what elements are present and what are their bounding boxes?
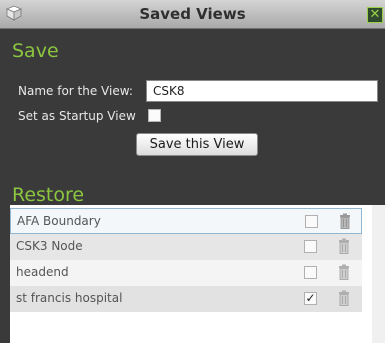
trash-icon[interactable] — [338, 264, 350, 281]
window-title: Saved Views — [139, 5, 246, 23]
scrollbar[interactable] — [372, 205, 385, 343]
restore-heading: Restore — [12, 184, 85, 206]
view-name[interactable]: st francis hospital — [16, 291, 122, 305]
trash-icon[interactable] — [339, 213, 351, 230]
view-name[interactable]: AFA Boundary — [17, 214, 101, 228]
startup-checkbox[interactable]: ✓ — [304, 292, 317, 305]
startup-checkbox[interactable] — [304, 266, 317, 279]
view-name[interactable]: CSK3 Node — [16, 239, 83, 253]
saved-views-window: Saved Views ✕ Save Name for the View: Se… — [0, 0, 385, 343]
save-view-button[interactable]: Save this View — [136, 133, 258, 156]
startup-view-checkbox[interactable] — [148, 109, 161, 122]
close-button[interactable]: ✕ — [367, 7, 383, 23]
trash-icon[interactable] — [338, 238, 350, 255]
trash-icon[interactable] — [338, 290, 350, 307]
startup-checkbox[interactable] — [305, 215, 318, 228]
save-heading: Save — [12, 40, 59, 62]
title-bar[interactable]: Saved Views ✕ — [0, 0, 385, 29]
list-item[interactable]: headend — [10, 260, 362, 286]
list-item[interactable]: CSK3 Node — [10, 234, 362, 260]
list-item[interactable]: AFA Boundary — [10, 208, 362, 234]
close-icon[interactable]: ✕ — [370, 7, 381, 22]
saved-views-list: AFA Boundary CSK3 Node headend st franci… — [10, 205, 385, 343]
startup-view-label: Set as Startup View — [18, 109, 136, 123]
view-name-input[interactable] — [146, 80, 378, 102]
view-name-label: Name for the View: — [18, 84, 133, 98]
startup-checkbox[interactable] — [304, 240, 317, 253]
view-name[interactable]: headend — [16, 265, 69, 279]
list-item[interactable]: st francis hospital ✓ — [10, 286, 362, 312]
